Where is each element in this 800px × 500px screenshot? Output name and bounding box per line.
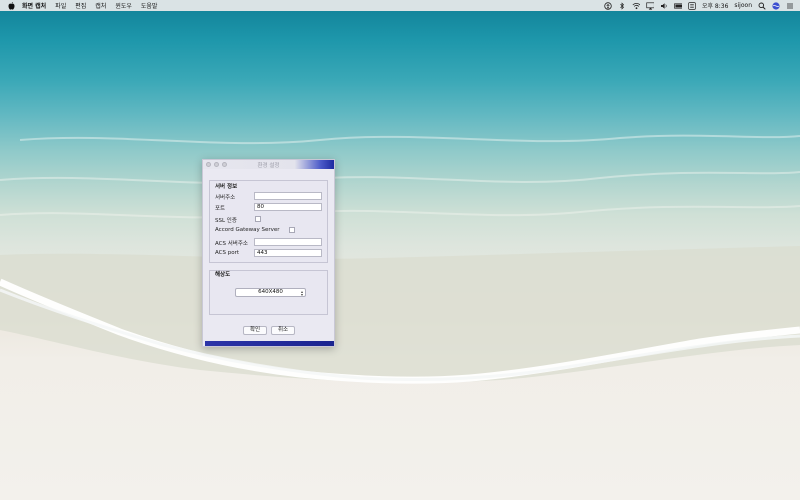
gateway-checkbox[interactable] xyxy=(289,227,295,233)
acs-address-label: ACS 서버주소 xyxy=(215,241,248,247)
battery-icon[interactable] xyxy=(674,2,682,10)
status-area: 오후 8:36 sijoon xyxy=(604,0,794,11)
port-field[interactable]: 80 xyxy=(254,203,322,211)
airplay-icon[interactable] xyxy=(646,1,654,10)
server-address-field[interactable] xyxy=(254,192,322,200)
acs-address-field[interactable] xyxy=(254,238,322,246)
port-label: 포트 xyxy=(215,206,226,212)
resolution-select[interactable]: 640X480 ▴ ▾ xyxy=(235,288,306,297)
resolution-group-label: 해상도 xyxy=(215,272,231,278)
accessibility-icon[interactable] xyxy=(604,1,612,10)
sound-icon[interactable] xyxy=(660,2,668,10)
ok-button[interactable]: 확인 xyxy=(243,326,267,335)
server-address-label: 서버주소 xyxy=(215,195,236,201)
acs-port-label: ACS port xyxy=(215,250,240,256)
menu-capture[interactable]: 캡처 xyxy=(95,1,106,10)
dialog-bottom-bar xyxy=(205,341,334,346)
ssl-label: SSL 인증 xyxy=(215,218,237,224)
menu-file[interactable]: 파일 xyxy=(55,1,66,10)
cancel-button[interactable]: 취소 xyxy=(271,326,295,335)
menu-window[interactable]: 윈도우 xyxy=(115,1,132,10)
settings-dialog: 환경 설정 서버 정보 서버주소 포트 80 SSL 인증 Accord Gat… xyxy=(202,159,335,347)
menu-app-name[interactable]: 화면 캡처 xyxy=(22,1,46,10)
menu-help[interactable]: 도움말 xyxy=(141,1,158,10)
gateway-label: Accord Gateway Server xyxy=(215,227,280,233)
dialog-titlebar[interactable]: 환경 설정 xyxy=(203,160,334,169)
server-info-group-label: 서버 정보 xyxy=(215,184,238,190)
search-icon[interactable] xyxy=(758,2,766,10)
siri-icon[interactable] xyxy=(772,1,780,10)
menu-edit[interactable]: 편집 xyxy=(75,1,86,10)
desktop-wallpaper xyxy=(0,0,800,500)
user-name[interactable]: sijoon xyxy=(734,2,752,9)
ssl-checkbox[interactable] xyxy=(255,216,261,222)
keyboard-icon[interactable] xyxy=(688,1,696,10)
select-stepper-icon: ▴ ▾ xyxy=(300,289,303,297)
apple-icon[interactable] xyxy=(7,1,16,10)
acs-port-field[interactable]: 443 xyxy=(254,249,322,257)
wifi-icon[interactable] xyxy=(632,2,640,10)
dialog-title: 환경 설정 xyxy=(257,163,280,169)
menu-bar: 화면 캡처 파일 편집 캡처 윈도우 도움말 오후 8:36 sijoon xyxy=(0,0,800,11)
clock[interactable]: 오후 8:36 xyxy=(702,1,728,10)
resolution-select-value: 640X480 xyxy=(258,289,283,295)
list-icon[interactable] xyxy=(786,2,794,10)
bluetooth-icon[interactable] xyxy=(618,1,626,10)
